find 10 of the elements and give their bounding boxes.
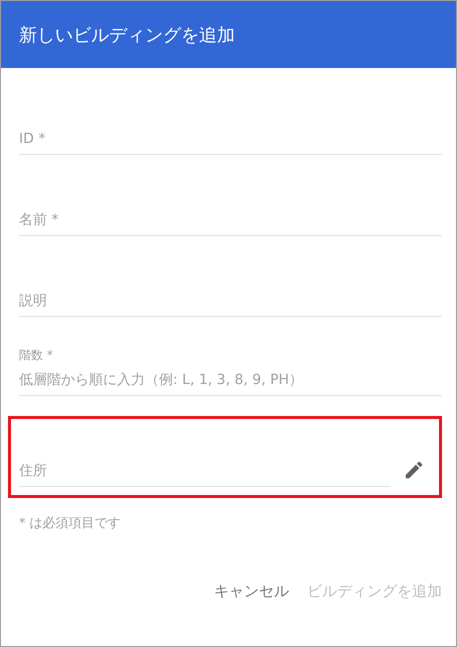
dialog-button[interactable]: キャンセル: [214, 578, 289, 605]
text-field[interactable]: 住所: [19, 456, 391, 486]
pencil-icon[interactable]: [403, 459, 425, 481]
text-field[interactable]: ID *: [19, 124, 442, 154]
required-note: * は必須項目です: [19, 515, 122, 532]
text-field[interactable]: 低層階から順に入力（例: L, 1, 3, 8, 9, PH）: [19, 365, 442, 395]
dialog-title: 新しいビルディングを追加: [19, 24, 235, 46]
text-field[interactable]: 説明: [19, 286, 442, 316]
text-field[interactable]: 名前 *: [19, 205, 442, 235]
field-label: 階数 *: [19, 347, 54, 364]
